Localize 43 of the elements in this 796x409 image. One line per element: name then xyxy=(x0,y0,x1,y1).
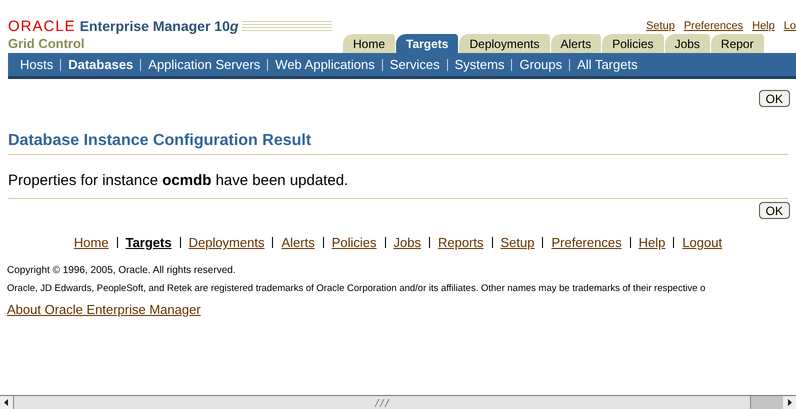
footer-link[interactable]: Jobs xyxy=(394,233,421,252)
subnav-link[interactable]: Groups xyxy=(519,54,562,74)
logo: ORACLE xyxy=(8,18,76,34)
subnav-link[interactable]: Databases xyxy=(68,54,134,74)
nav-tab[interactable]: Repor xyxy=(710,34,765,53)
footer-link[interactable]: Help xyxy=(638,233,666,252)
nav-tab[interactable]: Alerts xyxy=(550,34,602,53)
subnav-link[interactable]: All Targets xyxy=(577,54,638,74)
horizontal-scrollbar[interactable] xyxy=(0,395,796,409)
subnav-link[interactable]: Systems xyxy=(454,54,504,74)
footer-link[interactable]: Policies xyxy=(332,233,376,252)
global-link[interactable]: Setup xyxy=(646,18,675,34)
subnav-link[interactable]: Web Applications xyxy=(275,54,375,74)
nav-tab[interactable]: Policies xyxy=(602,34,665,53)
subnav-link[interactable]: Application Servers xyxy=(148,54,260,74)
grip-icon xyxy=(374,398,390,406)
footer-link[interactable]: Alerts xyxy=(281,233,315,252)
ok-button[interactable]: OK xyxy=(758,202,790,219)
footer-link[interactable]: Setup xyxy=(500,233,534,252)
nav-tab[interactable]: Deployments xyxy=(459,34,551,53)
footer-link[interactable]: Home xyxy=(74,233,109,252)
product-name: Enterprise Manager 10g xyxy=(80,19,238,33)
subnav-link[interactable]: Services xyxy=(390,54,440,74)
about-link[interactable]: About Oracle Enterprise Manager xyxy=(7,300,201,319)
footer-link[interactable]: Logout xyxy=(682,233,722,252)
nav-tab[interactable]: Targets xyxy=(396,34,460,53)
global-link[interactable]: Help xyxy=(752,18,775,34)
copyright-text: Copyright © 1996, 2005, Oracle. All rights reserved. xyxy=(7,264,236,276)
footer-link[interactable]: Deployments xyxy=(188,233,264,252)
nav-tab[interactable]: Home xyxy=(343,34,396,53)
ok-button[interactable]: OK xyxy=(758,90,790,107)
footer-link[interactable]: Targets xyxy=(126,233,172,252)
global-link[interactable]: Preferences xyxy=(684,18,744,34)
subnav-link[interactable]: Hosts xyxy=(20,54,54,74)
result-message: Properties for instance ocmdb have been updated. xyxy=(8,172,348,190)
trademark-text: Oracle, JD Edwards, PeopleSoft, and Retek are registered trademarks of Oracle Corporation and/or its affiliates. Other names may be trademarks of their respective o xyxy=(7,282,706,294)
product-subtitle: Grid Control xyxy=(8,37,85,50)
scrollbar-thumb[interactable] xyxy=(751,396,783,409)
footer-link[interactable]: Reports xyxy=(438,233,484,252)
page-heading: Database Instance Configuration Result xyxy=(8,131,312,151)
global-link[interactable]: Lo xyxy=(784,18,796,34)
footer-link[interactable]: Preferences xyxy=(551,233,622,252)
nav-tab[interactable]: Jobs xyxy=(664,34,711,53)
